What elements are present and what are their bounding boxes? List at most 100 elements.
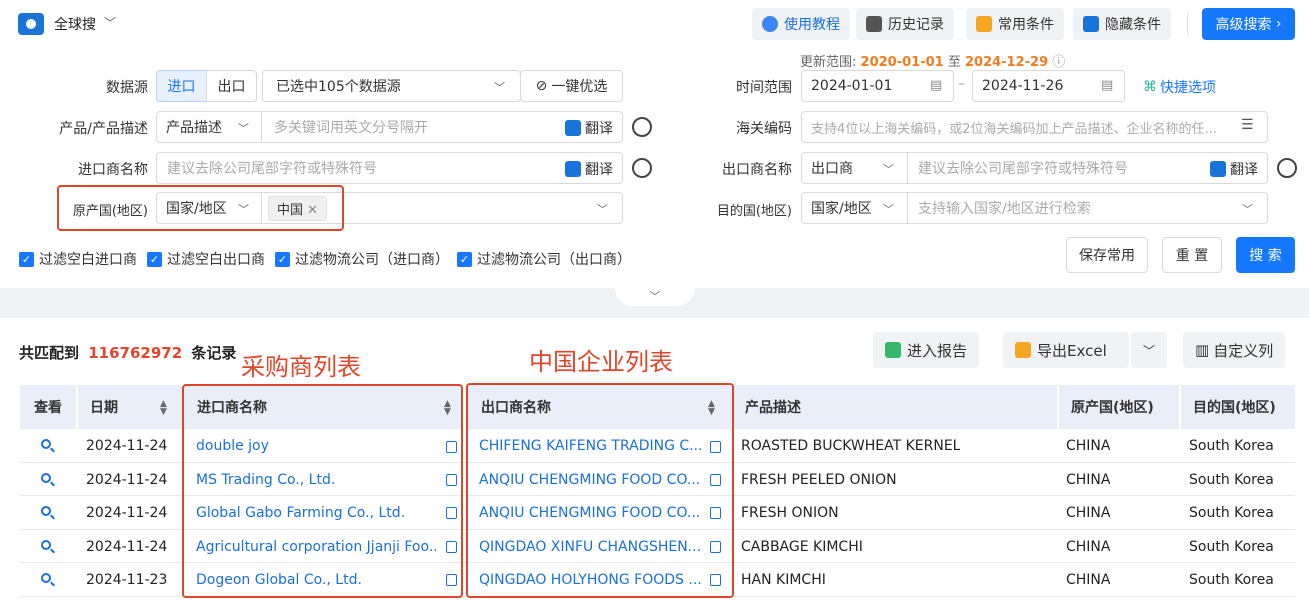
highlight-importer-column — [182, 384, 463, 598]
destination-label: 目的国(地区) — [716, 204, 792, 219]
import-tab[interactable]: 进口 — [156, 70, 207, 102]
importer-placeholder: 建议去除公司尾部字符或特殊符号 — [167, 161, 377, 177]
excel-icon — [1015, 342, 1031, 358]
export-tab[interactable]: 出口 — [206, 70, 257, 102]
selected-sources-text: 已选中105个数据源 — [276, 79, 401, 95]
hide-conditions-button[interactable]: 隐藏条件 — [1073, 8, 1171, 40]
tutorial-button[interactable]: 使用教程 — [752, 8, 850, 40]
list-icon[interactable]: ☰ — [1241, 117, 1254, 133]
product-placeholder: 多关键词用英文分号隔开 — [274, 120, 428, 136]
destination-input[interactable]: 支持输入国家/地区进行检索 — [907, 192, 1268, 224]
settings-circle-icon[interactable] — [1277, 158, 1297, 178]
hs-code-input[interactable]: 支持4位以上海关编码，或2位海关编码加上产品描述、企业名称的任... — [801, 111, 1268, 143]
settings-circle-icon[interactable] — [632, 158, 652, 178]
common-label: 常用条件 — [998, 17, 1054, 33]
quick-options-link[interactable]: ⌘ 快捷选项 — [1143, 77, 1216, 97]
filter-label: 过滤物流公司（出口商） — [477, 252, 631, 268]
report-button[interactable]: 进入报告 — [873, 332, 980, 368]
search-icon[interactable] — [41, 540, 51, 550]
app-name[interactable]: 全球搜 — [54, 14, 96, 34]
one-click-label: 一键优选 — [551, 79, 608, 95]
checkbox-checked-icon: ✓ — [457, 251, 472, 267]
chevron-down-icon: ﹀ — [649, 290, 661, 303]
translate-button[interactable]: 翻译 — [1210, 159, 1258, 179]
check-circle-icon: ⊘ — [535, 78, 548, 94]
collapse-toggle[interactable]: ﹀ — [615, 288, 695, 306]
settings-circle-icon[interactable] — [632, 117, 652, 137]
history-button[interactable]: 历史记录 — [856, 8, 954, 40]
translate-icon — [565, 120, 581, 136]
exporter-mode-value: 出口商 — [811, 161, 853, 177]
result-summary: 共匹配到 116762972 条记录 — [19, 342, 236, 363]
quick-options-label: 快捷选项 — [1160, 80, 1216, 96]
hs-code-label: 海关编码 — [736, 121, 792, 137]
filter-blank-exporter[interactable]: ✓ 过滤空白出口商 — [147, 249, 265, 269]
cell-origin: CHINA — [1066, 471, 1111, 488]
importer-label: 进口商名称 — [78, 162, 148, 178]
filter-label: 过滤物流公司（进口商） — [295, 252, 449, 268]
common-conditions-button[interactable]: 常用条件 — [966, 8, 1064, 40]
search-icon[interactable] — [41, 573, 51, 583]
calendar-icon: ▤ — [930, 78, 943, 93]
cell-date: 2024-11-23 — [86, 571, 168, 588]
advanced-search-button[interactable]: 高级搜索 › — [1202, 8, 1295, 40]
play-icon — [762, 16, 778, 32]
result-count: 116762972 — [88, 344, 183, 362]
one-click-button[interactable]: ⊘ 一键优选 — [520, 70, 623, 102]
filter-blank-importer[interactable]: ✓ 过滤空白进口商 — [19, 249, 137, 269]
translate-label: 翻译 — [585, 162, 613, 178]
update-range: 更新范围: 2020-01-01 至 2024-12-29 ⓘ — [800, 51, 1065, 70]
update-range-start: 2020-01-01 — [860, 55, 944, 70]
translate-button[interactable]: 翻译 — [565, 159, 613, 179]
save-common-button[interactable]: 保存常用 — [1066, 237, 1148, 273]
export-label: 导出Excel — [1037, 341, 1107, 360]
highlight-origin — [57, 185, 344, 231]
date-end-value: 2024-11-26 — [982, 78, 1064, 94]
checkbox-checked-icon: ✓ — [19, 251, 34, 267]
star-icon — [976, 16, 992, 32]
cell-origin: CHINA — [1066, 571, 1111, 588]
search-icon[interactable] — [41, 506, 51, 516]
cell-origin: CHINA — [1066, 504, 1111, 521]
search-icon[interactable] — [41, 439, 51, 449]
chevron-down-icon[interactable]: ﹀ — [104, 14, 116, 31]
checkbox-checked-icon: ✓ — [275, 251, 290, 267]
data-source-label: 数据源 — [106, 80, 148, 96]
filter-logistics-exporter[interactable]: ✓ 过滤物流公司（出口商） — [457, 249, 631, 269]
translate-label: 翻译 — [1230, 162, 1258, 178]
custom-columns-button[interactable]: ▥ 自定义列 — [1183, 332, 1286, 368]
cell-product: FRESH ONION — [741, 504, 839, 521]
filter-label: 过滤空白进口商 — [39, 252, 137, 268]
history-icon — [866, 16, 882, 32]
annotation-buyers: 采购商列表 — [241, 353, 361, 381]
report-icon — [885, 342, 901, 358]
sort-icon[interactable]: ▲ ▼ — [160, 400, 167, 417]
top-bar: 全球搜 ﹀ 使用教程 历史记录 常用条件 隐藏条件 高级搜索 › — [0, 0, 1309, 48]
cell-destination: South Korea — [1189, 571, 1274, 588]
search-button[interactable]: 搜 索 — [1236, 237, 1295, 273]
translate-button[interactable]: 翻译 — [565, 118, 613, 138]
export-excel-button[interactable]: 导出Excel — [1003, 332, 1129, 368]
dest-placeholder: 支持输入国家/地区进行检索 — [918, 201, 1091, 217]
quick-options-icon: ⌘ — [1143, 79, 1157, 95]
chevron-down-icon: ﹀ — [883, 203, 894, 216]
cell-destination: South Korea — [1189, 504, 1274, 521]
cell-destination: South Korea — [1189, 437, 1274, 454]
data-source-select[interactable]: 已选中105个数据源 — [262, 70, 521, 102]
globe-logo-icon — [18, 13, 44, 35]
col-origin: 原产国(地区) — [1059, 385, 1179, 429]
reset-button[interactable]: 重 置 — [1162, 237, 1222, 273]
dest-mode-value: 国家/地区 — [811, 201, 872, 217]
result-prefix: 共匹配到 — [19, 344, 80, 362]
help-icon[interactable]: ⓘ — [1052, 55, 1065, 70]
importer-input[interactable]: 建议去除公司尾部字符或特殊符号 — [156, 152, 623, 184]
col-product: 产品描述 — [733, 385, 1057, 429]
search-icon[interactable] — [41, 473, 51, 483]
cell-origin: CHINA — [1066, 538, 1111, 555]
cell-product: CABBAGE KIMCHI — [741, 538, 863, 555]
export-dropdown[interactable]: ﹀ — [1131, 332, 1167, 368]
cell-date: 2024-11-24 — [86, 437, 168, 454]
calendar-icon: ▤ — [1101, 78, 1114, 93]
cell-date: 2024-11-24 — [86, 471, 168, 488]
filter-logistics-importer[interactable]: ✓ 过滤物流公司（进口商） — [275, 249, 449, 269]
